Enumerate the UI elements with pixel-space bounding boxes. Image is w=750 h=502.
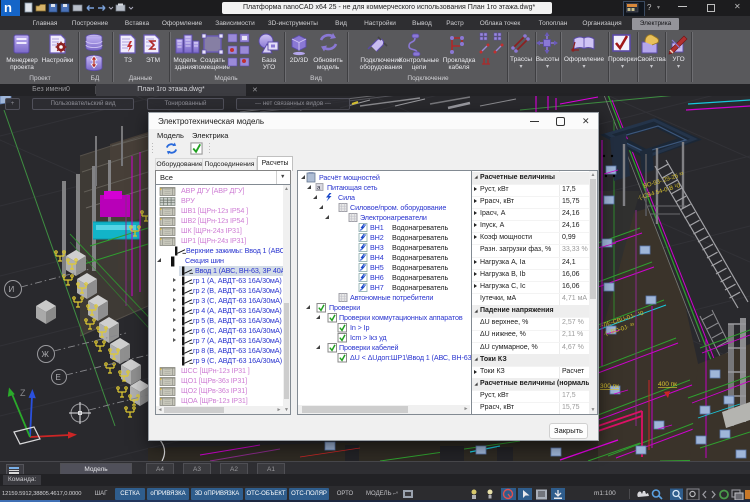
svg-text:Е: Е (56, 373, 61, 382)
svg-text:Ж: Ж (42, 350, 50, 359)
svg-text:Z: Z (20, 388, 26, 398)
svg-text:400 пк: 400 пк (658, 381, 677, 388)
svg-text:300 пк: 300 пк (600, 383, 619, 390)
svg-text:И: И (9, 285, 15, 294)
